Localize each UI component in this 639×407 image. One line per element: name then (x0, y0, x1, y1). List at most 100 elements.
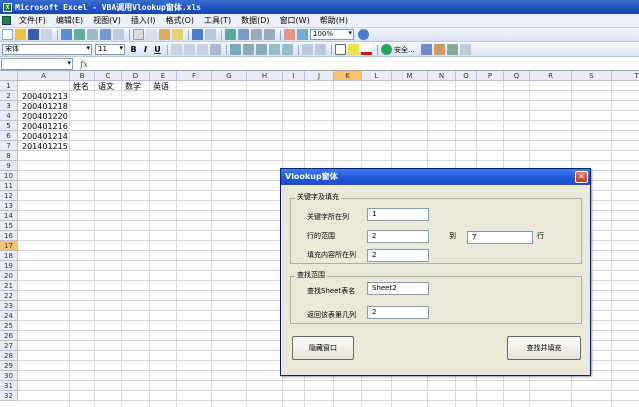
open-icon[interactable] (15, 29, 26, 40)
permission-icon[interactable] (41, 29, 52, 40)
cell-a7[interactable]: 201401215 (20, 142, 68, 152)
menu-data[interactable]: 数据(D) (236, 14, 274, 28)
row-header-12[interactable]: 12 (0, 191, 18, 201)
column-header-m[interactable]: M (392, 71, 428, 81)
column-header-o[interactable]: O (456, 71, 477, 81)
autosum-icon[interactable] (238, 29, 249, 40)
column-header-s[interactable]: S (572, 71, 612, 81)
column-header-f[interactable]: F (177, 71, 212, 81)
row-header-19[interactable]: 19 (0, 261, 18, 271)
row-header-16[interactable]: 16 (0, 231, 18, 241)
format-painter-icon[interactable] (172, 29, 183, 40)
control-toolbox-icon[interactable] (459, 44, 471, 55)
borders-icon[interactable] (335, 44, 346, 55)
undo-icon[interactable] (192, 29, 203, 40)
row-to-input[interactable]: 7 (467, 231, 533, 244)
row-header-31[interactable]: 31 (0, 381, 18, 391)
increase-decimal-icon[interactable] (269, 44, 280, 55)
column-header-l[interactable]: L (362, 71, 392, 81)
row-header-32[interactable]: 32 (0, 391, 18, 401)
sort-descending-icon[interactable] (264, 29, 275, 40)
help-icon[interactable] (358, 29, 369, 40)
cell-a4[interactable]: 200401220 (20, 112, 68, 122)
row-header-13[interactable]: 13 (0, 201, 18, 211)
formula-input[interactable] (95, 58, 639, 70)
spelling-icon[interactable] (100, 29, 111, 40)
dialog-title-bar[interactable]: Vlookup窗体 ✕ (281, 169, 590, 185)
sort-ascending-icon[interactable] (251, 29, 262, 40)
research-icon[interactable] (113, 29, 124, 40)
run-macro-icon[interactable] (381, 44, 392, 55)
column-header-n[interactable]: N (428, 71, 456, 81)
row-header-2[interactable]: 2 (0, 91, 18, 101)
row-header-15[interactable]: 15 (0, 221, 18, 231)
cell-d1[interactable]: 数学 (123, 82, 141, 92)
increase-indent-icon[interactable] (315, 44, 326, 55)
vba-editor-icon[interactable] (433, 44, 445, 55)
menu-format[interactable]: 格式(O) (160, 14, 199, 28)
menu-file[interactable]: 文件(F) (14, 14, 51, 28)
copy-icon[interactable] (146, 29, 157, 40)
cell-a2[interactable]: 200401213 (20, 92, 68, 102)
row-header-5[interactable]: 5 (0, 121, 18, 131)
menu-edit[interactable]: 编辑(E) (51, 14, 88, 28)
font-name-select[interactable]: 宋体 (2, 44, 92, 55)
menu-insert[interactable]: 插入(I) (126, 14, 161, 28)
redo-icon[interactable] (205, 29, 216, 40)
comma-style-icon[interactable] (256, 44, 267, 55)
sheet-name-input[interactable]: Sheet2 (367, 282, 429, 295)
cell-b1[interactable]: 姓名 (71, 82, 89, 92)
column-header-i[interactable]: I (283, 71, 305, 81)
row-header-4[interactable]: 4 (0, 111, 18, 121)
column-header-e[interactable]: E (150, 71, 177, 81)
column-header-p[interactable]: P (477, 71, 504, 81)
print-icon[interactable] (74, 29, 85, 40)
fx-icon[interactable]: fx (73, 60, 95, 69)
cell-a3[interactable]: 200401218 (20, 102, 68, 112)
row-header-8[interactable]: 8 (0, 151, 18, 161)
row-header-24[interactable]: 24 (0, 311, 18, 321)
row-header-20[interactable]: 20 (0, 271, 18, 281)
row-header-7[interactable]: 7 (0, 141, 18, 151)
row-header-26[interactable]: 26 (0, 331, 18, 341)
column-header-a[interactable]: A (18, 71, 70, 81)
fill-color-icon[interactable] (348, 44, 359, 55)
row-header-6[interactable]: 6 (0, 131, 18, 141)
column-header-h[interactable]: H (247, 71, 283, 81)
menu-window[interactable]: 窗口(W) (275, 14, 315, 28)
row-header-27[interactable]: 27 (0, 341, 18, 351)
column-header-c[interactable]: C (95, 71, 122, 81)
zoom-select[interactable]: 100% (310, 29, 354, 40)
align-right-icon[interactable] (197, 44, 208, 55)
column-header-k[interactable]: K (334, 71, 362, 81)
column-header-b[interactable]: B (70, 71, 95, 81)
security-button[interactable]: 安全... (394, 45, 415, 55)
new-icon[interactable] (2, 29, 13, 40)
column-header-g[interactable]: G (212, 71, 247, 81)
currency-icon[interactable] (230, 44, 241, 55)
percent-icon[interactable] (243, 44, 254, 55)
workbook-icon[interactable] (2, 16, 11, 25)
bold-button[interactable]: B (128, 44, 139, 55)
drawing-icon[interactable] (297, 29, 308, 40)
record-macro-icon[interactable] (420, 44, 432, 55)
return-col-input[interactable]: 2 (367, 306, 429, 319)
underline-button[interactable]: U (152, 44, 163, 55)
hyperlink-icon[interactable] (225, 29, 236, 40)
row-header-21[interactable]: 21 (0, 281, 18, 291)
row-header-30[interactable]: 30 (0, 371, 18, 381)
row-header-17[interactable]: 17 (0, 241, 18, 251)
column-header-r[interactable]: R (530, 71, 572, 81)
row-header-23[interactable]: 23 (0, 301, 18, 311)
italic-button[interactable]: I (140, 44, 151, 55)
row-header-3[interactable]: 3 (0, 101, 18, 111)
fill-col-input[interactable]: 2 (367, 249, 429, 262)
decrease-indent-icon[interactable] (302, 44, 313, 55)
row-header-10[interactable]: 10 (0, 171, 18, 181)
column-header-t[interactable]: T (612, 71, 639, 81)
row-header-11[interactable]: 11 (0, 181, 18, 191)
menu-tools[interactable]: 工具(T) (199, 14, 236, 28)
decrease-decimal-icon[interactable] (282, 44, 293, 55)
column-header-d[interactable]: D (122, 71, 150, 81)
merge-center-icon[interactable] (210, 44, 221, 55)
